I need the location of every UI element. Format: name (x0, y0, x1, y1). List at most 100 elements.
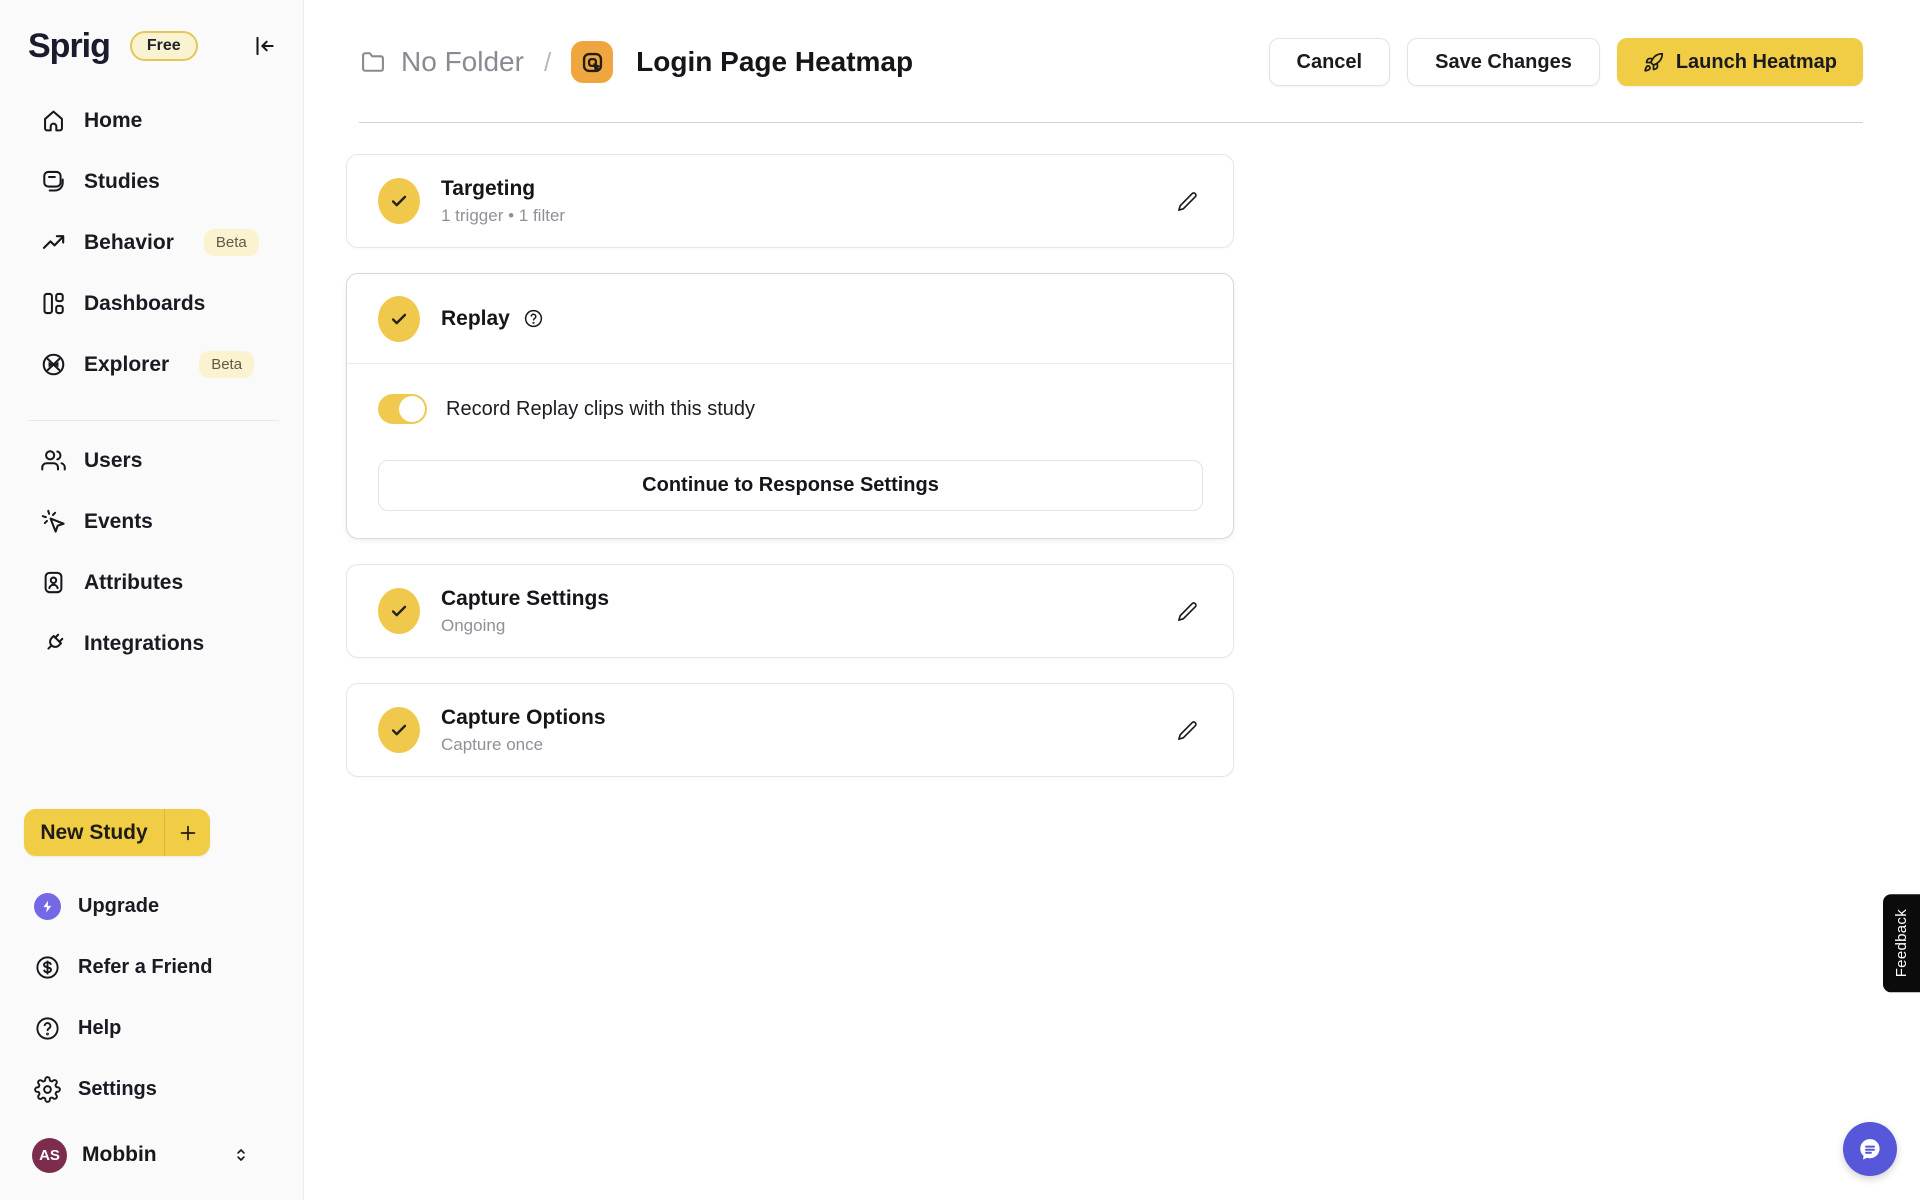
sidebar-item-label: Home (84, 108, 143, 132)
gear-icon (34, 1076, 61, 1103)
record-replay-toggle-label: Record Replay clips with this study (446, 397, 756, 420)
main-content: No Folder / Login Page Heatmap Cancel Sa… (304, 0, 1920, 1200)
sidebar-item-upgrade[interactable]: Upgrade (24, 876, 281, 937)
edit-capture-settings-button[interactable] (1172, 596, 1203, 627)
targeting-card: Targeting 1 trigger • 1 filter (346, 154, 1234, 248)
upgrade-icon (34, 893, 61, 920)
save-changes-button[interactable]: Save Changes (1407, 38, 1600, 86)
sidebar-item-events[interactable]: Events (24, 491, 281, 552)
header-divider (359, 122, 1863, 123)
sidebar-item-label: Help (78, 1017, 122, 1039)
sidebar: Sprig Free Home Studies Behavior Beta Da… (0, 0, 304, 1200)
sidebar-bottom: New Study Upgrade Refer a Friend Help Se… (24, 809, 281, 1190)
folder-icon (359, 48, 387, 76)
sidebar-item-label: Studies (84, 169, 160, 193)
toggle-knob (399, 396, 425, 422)
help-icon (34, 1015, 61, 1042)
new-study-button[interactable]: New Study (24, 809, 210, 856)
launch-heatmap-label: Launch Heatmap (1675, 50, 1837, 73)
check-circle-icon (378, 178, 420, 224)
beta-badge: Beta (199, 351, 255, 378)
section-subtitle: 1 trigger • 1 filter (441, 205, 566, 225)
sidebar-item-integrations[interactable]: Integrations (24, 613, 281, 674)
dashboards-icon (40, 290, 67, 317)
explorer-icon (40, 351, 67, 378)
sidebar-item-label: Upgrade (78, 895, 160, 917)
replay-card: Replay Record Replay clips with this stu… (346, 273, 1234, 539)
sidebar-item-label: Integrations (84, 631, 205, 655)
sidebar-item-attributes[interactable]: Attributes (24, 552, 281, 613)
section-subtitle: Capture once (441, 734, 544, 754)
sidebar-item-label: Explorer (84, 352, 170, 376)
sidebar-nav-footer: Upgrade Refer a Friend Help Settings (24, 876, 281, 1120)
sidebar-item-label: Behavior (84, 230, 174, 254)
sidebar-item-behavior[interactable]: Behavior Beta (24, 212, 281, 273)
section-title: Capture Options (441, 705, 606, 729)
capture-settings-card: Capture Settings Ongoing (346, 564, 1234, 658)
check-circle-icon (378, 707, 420, 753)
section-title: Capture Settings (441, 586, 610, 610)
account-name: Mobbin (82, 1143, 157, 1166)
sidebar-item-users[interactable]: Users (24, 430, 281, 491)
section-subtitle: Ongoing (441, 615, 506, 635)
sidebar-divider (28, 420, 279, 421)
studies-icon (40, 168, 67, 195)
sidebar-item-dashboards[interactable]: Dashboards (24, 273, 281, 334)
chat-bubble-icon (1856, 1135, 1884, 1163)
sidebar-item-label: Dashboards (84, 291, 206, 315)
continue-to-response-settings-button[interactable]: Continue to Response Settings (378, 460, 1203, 511)
page-title: Login Page Heatmap (636, 46, 914, 77)
users-icon (40, 447, 67, 474)
launch-heatmap-button[interactable]: Launch Heatmap (1616, 38, 1863, 86)
new-study-label: New Study (40, 820, 148, 844)
section-title: Replay (441, 306, 510, 330)
refer-icon (34, 954, 61, 981)
chat-widget-button[interactable] (1843, 1122, 1897, 1176)
behavior-icon (40, 229, 67, 256)
sidebar-item-refer-a-friend[interactable]: Refer a Friend (24, 937, 281, 998)
sidebar-item-home[interactable]: Home (24, 90, 281, 151)
sidebar-item-label: Attributes (84, 570, 184, 594)
attributes-icon (40, 569, 67, 596)
sidebar-nav-main: Home Studies Behavior Beta Dashboards Ex… (24, 90, 281, 395)
beta-badge: Beta (203, 229, 259, 256)
chevrons-up-down-icon (231, 1145, 251, 1165)
breadcrumb-separator: / (543, 46, 552, 77)
question-circle-icon[interactable] (523, 308, 544, 329)
check-circle-icon (378, 588, 420, 634)
plus-icon[interactable] (164, 809, 210, 856)
sidebar-item-label: Events (84, 509, 153, 533)
collapse-sidebar-icon[interactable] (251, 33, 277, 59)
home-icon (40, 107, 67, 134)
record-replay-toggle[interactable] (378, 394, 427, 424)
section-title: Targeting (441, 176, 536, 200)
edit-targeting-button[interactable] (1172, 186, 1203, 217)
capture-options-card: Capture Options Capture once (346, 683, 1234, 777)
sidebar-item-label: Users (84, 448, 143, 472)
sidebar-item-help[interactable]: Help (24, 998, 281, 1059)
rocket-icon (1643, 52, 1664, 73)
events-icon (40, 508, 67, 535)
breadcrumb: No Folder / Login Page Heatmap (359, 41, 913, 83)
sidebar-item-explorer[interactable]: Explorer Beta (24, 334, 281, 395)
plan-badge: Free (129, 31, 198, 61)
sidebar-item-label: Settings (78, 1078, 157, 1100)
cancel-button[interactable]: Cancel (1268, 38, 1391, 86)
sidebar-item-settings[interactable]: Settings (24, 1059, 281, 1120)
sidebar-nav-secondary: Users Events Attributes Integrations (24, 430, 281, 674)
sprig-logo: Sprig (28, 26, 111, 65)
heatmap-study-icon (571, 41, 614, 83)
sidebar-item-studies[interactable]: Studies (24, 151, 281, 212)
account-switcher[interactable]: AS Mobbin (24, 1120, 281, 1190)
avatar: AS (32, 1137, 67, 1173)
header-actions: Cancel Save Changes Launch Heatmap (1268, 38, 1863, 86)
study-settings-sections: Targeting 1 trigger • 1 filter Replay Re… (346, 154, 1234, 777)
edit-capture-options-button[interactable] (1172, 715, 1203, 746)
page-header: No Folder / Login Page Heatmap Cancel Sa… (359, 36, 1863, 88)
feedback-tab[interactable]: Feedback (1883, 894, 1920, 993)
sidebar-header: Sprig Free (24, 24, 281, 68)
check-circle-icon (378, 295, 420, 342)
breadcrumb-folder[interactable]: No Folder (401, 46, 524, 78)
integrations-icon (40, 630, 67, 657)
app-window: Sprig Free Home Studies Behavior Beta Da… (0, 0, 1920, 1200)
